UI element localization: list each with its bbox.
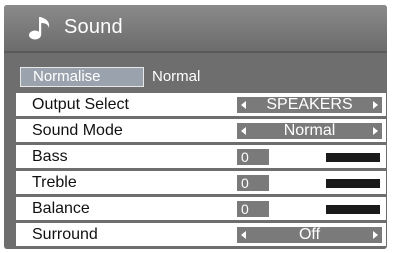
left-arrow-icon[interactable]	[241, 127, 246, 135]
selector-value: SPEAKERS	[266, 96, 353, 113]
slider-fill	[326, 205, 380, 214]
slider-track[interactable]	[269, 149, 382, 165]
treble-slider[interactable]: 0	[237, 175, 382, 191]
slider-value: 0	[237, 201, 269, 217]
menu-row-treble[interactable]: Treble 0	[16, 171, 386, 194]
menu-row-balance[interactable]: Balance 0	[16, 197, 386, 220]
selector-value: Off	[298, 226, 321, 243]
slider-track[interactable]	[269, 175, 382, 191]
left-arrow-icon[interactable]	[241, 231, 246, 239]
menu-row-surround[interactable]: Surround Off	[16, 223, 386, 246]
balance-slider[interactable]: 0	[237, 201, 382, 217]
sound-menu-panel: Sound Normalise Normal Output Select SPE…	[4, 5, 387, 249]
menu-title-bar: Sound	[4, 5, 387, 53]
output-select-selector[interactable]: SPEAKERS	[237, 96, 382, 113]
slider-fill	[326, 153, 380, 162]
row-label: Surround	[32, 226, 98, 243]
music-note-icon	[29, 17, 50, 40]
menu-row-bass[interactable]: Bass 0	[16, 145, 386, 168]
slider-value: 0	[237, 149, 269, 165]
sound-mode-selector[interactable]: Normal	[237, 122, 382, 139]
row-label: Output Select	[32, 96, 129, 113]
left-arrow-icon[interactable]	[241, 101, 246, 109]
slider-track[interactable]	[269, 201, 382, 217]
row-label: Bass	[32, 148, 68, 165]
normalise-button[interactable]: Normalise	[20, 67, 144, 87]
menu-row-sound-mode[interactable]: Sound Mode Normal	[16, 119, 386, 142]
slider-fill	[326, 179, 380, 188]
row-label: Treble	[32, 174, 77, 191]
right-arrow-icon[interactable]	[373, 127, 378, 135]
menu-row-output-select[interactable]: Output Select SPEAKERS	[16, 93, 386, 116]
bass-slider[interactable]: 0	[237, 149, 382, 165]
normalise-value: Normal	[152, 68, 201, 85]
right-arrow-icon[interactable]	[373, 101, 378, 109]
selector-value: Normal	[283, 122, 336, 139]
surround-selector[interactable]: Off	[237, 226, 382, 243]
right-arrow-icon[interactable]	[373, 231, 378, 239]
menu-title: Sound	[64, 16, 123, 38]
row-label: Sound Mode	[32, 122, 123, 139]
slider-value: 0	[237, 175, 269, 191]
row-label: Balance	[32, 200, 90, 217]
